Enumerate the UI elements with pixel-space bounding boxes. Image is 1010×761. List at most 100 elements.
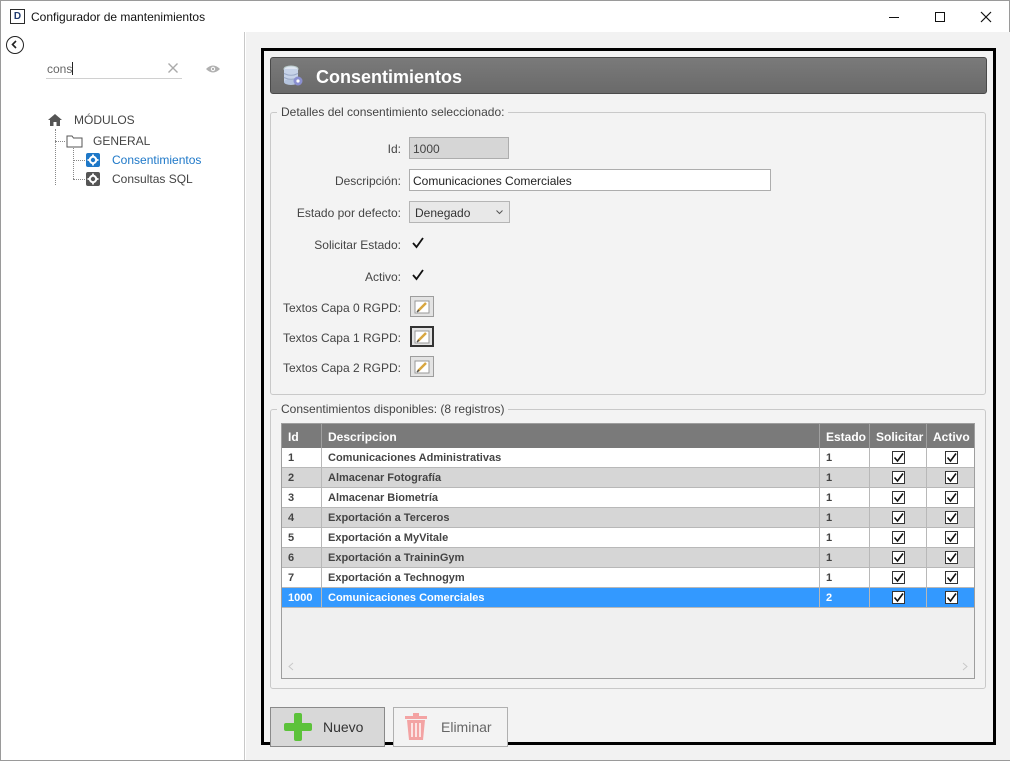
active-checkbox-cell[interactable] (927, 588, 974, 608)
new-button[interactable]: Nuevo (270, 707, 385, 747)
request-checkbox-cell[interactable] (870, 568, 927, 588)
checkbox[interactable] (891, 531, 905, 544)
check-icon (946, 513, 957, 523)
app-logo-icon: D (10, 9, 25, 24)
active-checkbox-cell[interactable] (927, 528, 974, 548)
search-value: cons (47, 62, 73, 76)
new-button-label: Nuevo (323, 719, 364, 735)
close-button[interactable] (963, 1, 1009, 32)
cell-id: 6 (282, 548, 322, 568)
active-checkbox[interactable] (411, 268, 425, 282)
check-icon (946, 553, 957, 563)
active-checkbox-cell[interactable] (927, 488, 974, 508)
check-icon (893, 453, 904, 463)
table-row[interactable]: 4 Exportación a Terceros 1 (282, 508, 974, 528)
checkbox[interactable] (891, 511, 905, 524)
cell-desc: Exportación a MyVitale (322, 528, 820, 548)
checkbox[interactable] (944, 531, 958, 544)
table-row[interactable]: 3 Almacenar Biometría 1 (282, 488, 974, 508)
edit-layer1-button[interactable] (410, 326, 434, 347)
minimize-icon (889, 16, 899, 18)
active-checkbox-cell[interactable] (927, 468, 974, 488)
checkbox[interactable] (944, 471, 958, 484)
edit-text-icon (414, 360, 430, 373)
col-header-activo[interactable]: Activo (927, 424, 974, 448)
maximize-button[interactable] (917, 1, 963, 32)
check-icon (893, 573, 904, 583)
request-state-checkbox[interactable] (411, 236, 425, 250)
request-checkbox-cell[interactable] (870, 588, 927, 608)
cell-id: 1000 (282, 588, 322, 608)
edit-text-icon (414, 300, 430, 313)
back-button[interactable] (6, 36, 24, 54)
active-checkbox-cell[interactable] (927, 508, 974, 528)
edit-layer0-button[interactable] (410, 296, 434, 317)
active-checkbox-cell[interactable] (927, 448, 974, 468)
arrow-left-icon (11, 40, 17, 49)
cell-estado: 2 (820, 588, 870, 608)
check-icon (946, 453, 957, 463)
main-window: D Configurador de mantenimientos cons MÓ… (0, 0, 1010, 761)
tree-item-consultas-sql[interactable]: Consultas SQL (112, 172, 193, 186)
scroll-right-icon (962, 662, 968, 671)
checkbox[interactable] (891, 591, 905, 604)
default-state-select[interactable]: Denegado (409, 201, 510, 223)
request-checkbox-cell[interactable] (870, 508, 927, 528)
checkbox[interactable] (891, 491, 905, 504)
table-row[interactable]: 5 Exportación a MyVitale 1 (282, 528, 974, 548)
consent-panel: Consentimientos Detalles del consentimie… (261, 48, 996, 747)
table-row[interactable]: 1 Comunicaciones Administrativas 1 (282, 448, 974, 468)
request-checkbox-cell[interactable] (870, 488, 927, 508)
checkbox[interactable] (891, 451, 905, 464)
checkbox[interactable] (944, 551, 958, 564)
checkbox[interactable] (891, 571, 905, 584)
checkbox[interactable] (944, 451, 958, 464)
check-icon (946, 493, 957, 503)
col-header-solicitar[interactable]: Solicitar (870, 424, 927, 448)
check-icon (946, 533, 957, 543)
cell-id: 7 (282, 568, 322, 588)
tree-root-modulos[interactable]: MÓDULOS (74, 113, 135, 127)
search-input[interactable]: cons (46, 59, 182, 79)
table-row[interactable]: 6 Exportación a TraininGym 1 (282, 548, 974, 568)
request-checkbox-cell[interactable] (870, 468, 927, 488)
table-row[interactable]: 1000 Comunicaciones Comerciales 2 (282, 588, 974, 608)
col-header-id[interactable]: Id (282, 424, 322, 448)
edit-layer2-button[interactable] (410, 356, 434, 377)
gear-icon (86, 172, 100, 186)
table-row[interactable]: 2 Almacenar Fotografía 1 (282, 468, 974, 488)
check-icon (893, 533, 904, 543)
cell-estado: 1 (820, 448, 870, 468)
trash-icon (405, 713, 427, 740)
cell-id: 1 (282, 448, 322, 468)
cell-desc: Comunicaciones Administrativas (322, 448, 820, 468)
request-checkbox-cell[interactable] (870, 548, 927, 568)
tree-group-general[interactable]: GENERAL (93, 134, 150, 148)
checkbox[interactable] (891, 551, 905, 564)
table-header: Id Descripcion Estado Solicitar Activo (282, 424, 974, 448)
active-checkbox-cell[interactable] (927, 548, 974, 568)
checkbox[interactable] (944, 511, 958, 524)
checkbox[interactable] (944, 491, 958, 504)
clear-search-button[interactable] (167, 62, 179, 77)
consent-table[interactable]: Id Descripcion Estado Solicitar Activo 1… (281, 423, 975, 679)
checkbox[interactable] (891, 471, 905, 484)
checkbox[interactable] (944, 591, 958, 604)
toggle-visibility-button[interactable] (205, 63, 221, 77)
description-field[interactable]: Comunicaciones Comerciales (409, 169, 771, 191)
col-header-descripcion[interactable]: Descripcion (322, 424, 820, 448)
checkbox[interactable] (944, 571, 958, 584)
table-row[interactable]: 7 Exportación a Technogym 1 (282, 568, 974, 588)
tree-item-consentimientos[interactable]: Consentimientos (112, 153, 201, 167)
active-checkbox-cell[interactable] (927, 568, 974, 588)
cell-estado: 1 (820, 568, 870, 588)
request-checkbox-cell[interactable] (870, 528, 927, 548)
description-label: Descripción: (334, 174, 401, 188)
col-header-estado[interactable]: Estado (820, 424, 870, 448)
delete-button[interactable]: Eliminar (393, 707, 508, 747)
minimize-button[interactable] (871, 1, 917, 32)
check-icon (893, 493, 904, 503)
check-icon (893, 513, 904, 523)
request-checkbox-cell[interactable] (870, 448, 927, 468)
details-group: Detalles del consentimiento seleccionado… (270, 105, 986, 395)
